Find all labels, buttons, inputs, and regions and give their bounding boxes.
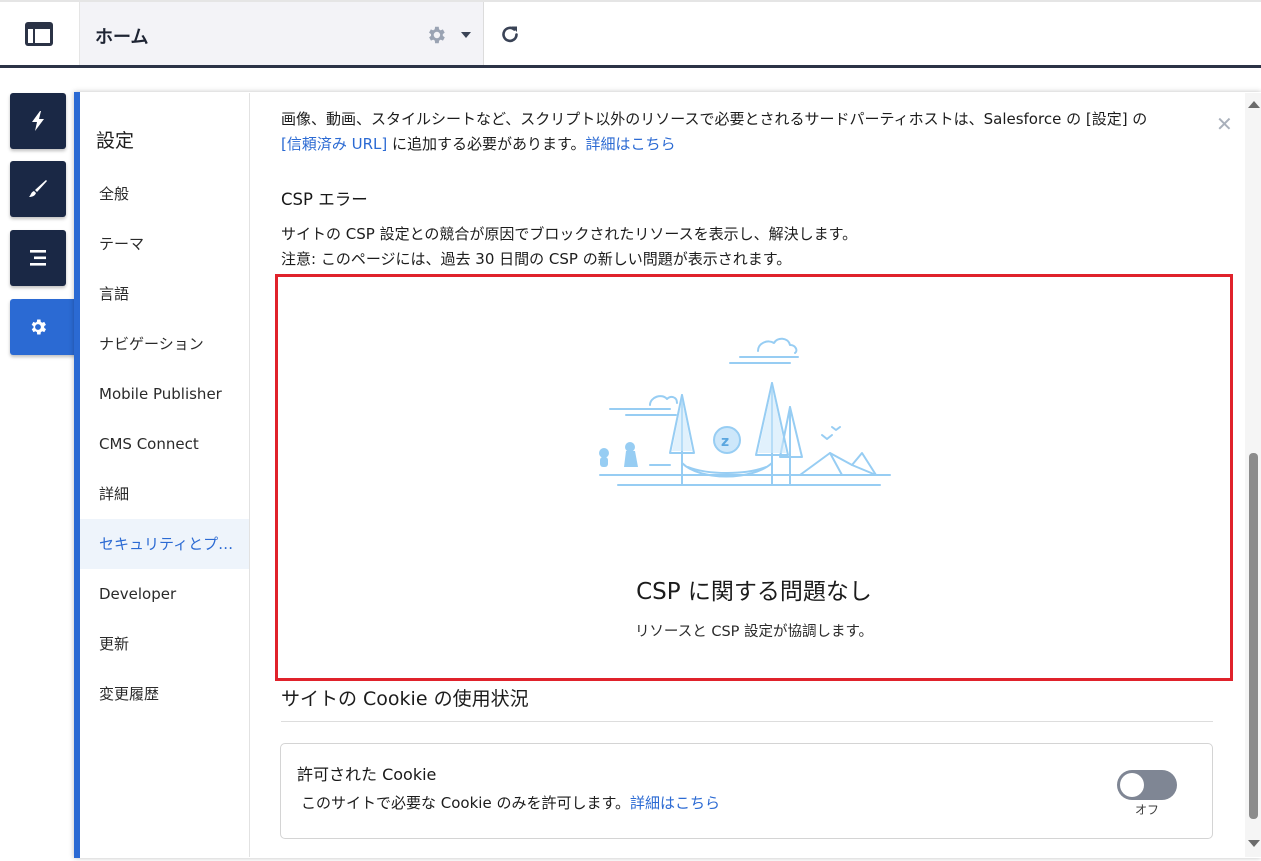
csp-description: サイトの CSP 設定との競合が原因でブロックされたリソースを表示し、解決します… [281, 225, 858, 243]
nav-item-advanced[interactable]: 詳細 [80, 469, 249, 519]
nav-item-security-privacy[interactable]: セキュリティとプ… [80, 519, 249, 569]
page-tab-title: ホーム [95, 27, 149, 48]
refresh-icon[interactable] [498, 22, 522, 46]
intro-learn-more-link[interactable]: 詳細はこちら [586, 135, 676, 153]
nav-item-navigation[interactable]: ナビゲーション [80, 319, 249, 369]
scroll-down-arrow-icon[interactable] [1248, 840, 1260, 847]
gear-icon[interactable] [425, 24, 447, 46]
empty-state-subtitle: リソースと CSP 設定が協調します。 [634, 624, 874, 640]
intro-text-line1: 画像、動画、スタイルシートなど、スクリプト以外のリソースで必要とされるサードパー… [281, 110, 1148, 128]
camping-hammock-illustration: z [599, 337, 891, 486]
allowed-cookies-card [280, 743, 1213, 839]
allowed-cookies-text: このサイトで必要な Cookie のみを許可します。 [301, 794, 630, 812]
nav-item-mobile-publisher[interactable]: Mobile Publisher [80, 369, 249, 419]
trusted-url-link[interactable]: [信頼済み URL] [281, 135, 387, 153]
layout-button[interactable] [0, 2, 78, 65]
intro-text-line2: [信頼済み URL] に追加する必要があります。詳細はこちら [281, 133, 676, 154]
close-icon[interactable]: ✕ [1216, 112, 1233, 136]
layout-icon [25, 21, 53, 46]
rail-button-settings[interactable] [10, 299, 79, 355]
cookie-learn-more-link[interactable]: 詳細はこちら [630, 794, 720, 812]
rail-button-theme[interactable] [10, 161, 66, 217]
cookie-heading-divider [281, 721, 1213, 722]
nav-item-theme[interactable]: テーマ [80, 219, 249, 269]
page-selector-tab[interactable]: ホーム [79, 2, 484, 65]
gear-icon [31, 319, 46, 335]
top-bar-divider [0, 65, 1261, 68]
lightning-icon [32, 111, 44, 131]
nav-item-cms-connect[interactable]: CMS Connect [80, 419, 249, 469]
svg-text:z: z [721, 434, 729, 450]
nav-item-change-history[interactable]: 変更履歴 [80, 669, 249, 719]
empty-state-title: CSP に関する問題なし [636, 579, 872, 605]
caret-down-icon[interactable] [461, 32, 471, 38]
allowed-cookies-title: 許可された Cookie [297, 765, 437, 784]
nav-item-updates[interactable]: 更新 [80, 619, 249, 669]
scroll-up-arrow-icon[interactable] [1248, 101, 1260, 108]
allowed-cookies-description: このサイトで必要な Cookie のみを許可します。詳細はこちら [301, 792, 720, 813]
cookie-usage-heading: サイトの Cookie の使用状況 [281, 688, 529, 710]
nav-item-general[interactable]: 全般 [80, 169, 249, 219]
toggle-knob [1120, 773, 1144, 797]
brush-icon [29, 180, 47, 197]
settings-heading: 設定 [96, 130, 135, 152]
nav-item-developer[interactable]: Developer [80, 569, 249, 619]
scrollbar-thumb[interactable] [1249, 453, 1258, 819]
nav-item-language[interactable]: 言語 [80, 269, 249, 319]
rail-button-lightning[interactable] [10, 93, 66, 149]
csp-note: 注意: このページには、過去 30 日間の CSP の新しい問題が表示されます。 [281, 250, 792, 268]
intro-text-mid: に追加する必要があります。 [387, 135, 586, 153]
rail-button-pages[interactable] [10, 230, 66, 286]
toggle-state-label: オフ [1135, 803, 1160, 817]
csp-errors-heading: CSP エラー [281, 190, 368, 209]
list-icon [30, 250, 46, 266]
